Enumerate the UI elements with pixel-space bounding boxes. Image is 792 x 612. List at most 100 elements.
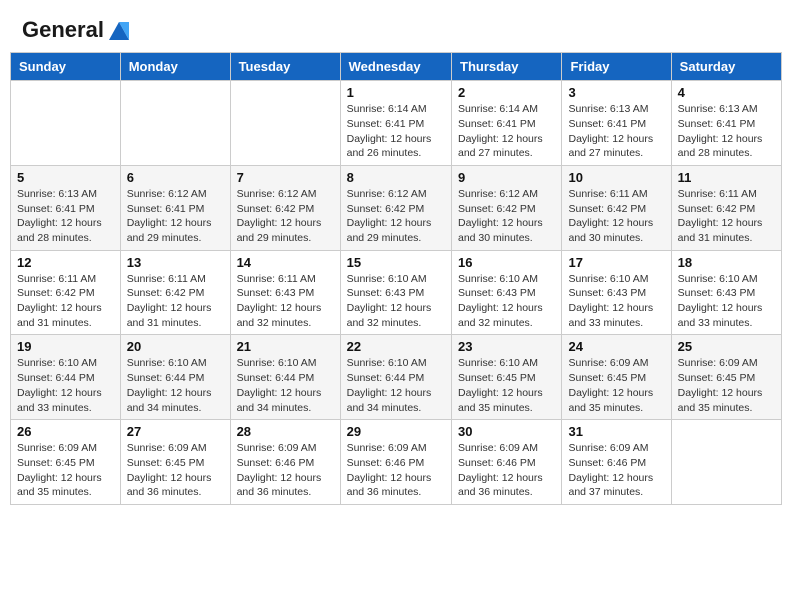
calendar-cell: 4 Sunrise: 6:13 AM Sunset: 6:41 PM Daylig… bbox=[671, 81, 781, 166]
weekday-header-thursday: Thursday bbox=[452, 53, 562, 81]
day-info: Sunrise: 6:10 AM Sunset: 6:43 PM Dayligh… bbox=[458, 272, 555, 331]
day-info: Sunrise: 6:10 AM Sunset: 6:43 PM Dayligh… bbox=[678, 272, 775, 331]
day-number: 12 bbox=[17, 255, 114, 270]
calendar-cell: 25Sunrise: 6:09 AM Sunset: 6:45 PM Dayli… bbox=[671, 335, 781, 420]
day-number: 8 bbox=[347, 170, 445, 185]
day-info: Sunrise: 6:10 AM Sunset: 6:43 PM Dayligh… bbox=[347, 272, 445, 331]
day-number: 13 bbox=[127, 255, 224, 270]
day-number: 23 bbox=[458, 339, 555, 354]
day-info: Sunrise: 6:09 AM Sunset: 6:45 PM Dayligh… bbox=[127, 441, 224, 500]
calendar-cell: 18 Sunrise: 6:10 AM Sunset: 6:43 PM Dayli… bbox=[671, 250, 781, 335]
day-info: Sunrise: 6:12 AM Sunset: 6:42 PM Dayligh… bbox=[237, 187, 334, 246]
day-info: Sunrise: 6:12 AM Sunset: 6:42 PM Dayligh… bbox=[347, 187, 445, 246]
day-info: Sunrise: 6:14 AM Sunset: 6:41 PM Dayligh… bbox=[347, 102, 445, 161]
day-number: 22 bbox=[347, 339, 445, 354]
day-info: Sunrise: 6:09 AM Sunset: 6:46 PM Dayligh… bbox=[347, 441, 445, 500]
day-number: 9 bbox=[458, 170, 555, 185]
day-info: Sunrise: 6:10 AM Sunset: 6:44 PM Dayligh… bbox=[237, 356, 334, 415]
day-info: Sunrise: 6:10 AM Sunset: 6:45 PM Dayligh… bbox=[458, 356, 555, 415]
weekday-header-saturday: Saturday bbox=[671, 53, 781, 81]
logo-text: General bbox=[22, 18, 132, 44]
calendar-cell: 19 Sunrise: 6:10 AM Sunset: 6:44 PM Dayli… bbox=[11, 335, 121, 420]
calendar-cell: 7 Sunrise: 6:12 AM Sunset: 6:42 PM Daylig… bbox=[230, 165, 340, 250]
page-header: General bbox=[10, 10, 782, 48]
day-number: 1 bbox=[347, 85, 445, 100]
weekday-header-sunday: Sunday bbox=[11, 53, 121, 81]
day-number: 7 bbox=[237, 170, 334, 185]
calendar-cell: 12 Sunrise: 6:11 AM Sunset: 6:42 PM Dayli… bbox=[11, 250, 121, 335]
day-info: Sunrise: 6:11 AM Sunset: 6:42 PM Dayligh… bbox=[678, 187, 775, 246]
weekday-header-monday: Monday bbox=[120, 53, 230, 81]
calendar-cell: 31 Sunrise: 6:09 AM Sunset: 6:46 PM Dayli… bbox=[562, 420, 671, 505]
day-info: Sunrise: 6:09 AM Sunset: 6:46 PM Dayligh… bbox=[237, 441, 334, 500]
calendar-cell: 10Sunrise: 6:11 AM Sunset: 6:42 PM Dayli… bbox=[562, 165, 671, 250]
day-number: 16 bbox=[458, 255, 555, 270]
calendar-cell bbox=[230, 81, 340, 166]
weekday-header-tuesday: Tuesday bbox=[230, 53, 340, 81]
day-info: Sunrise: 6:10 AM Sunset: 6:44 PM Dayligh… bbox=[347, 356, 445, 415]
day-number: 10 bbox=[568, 170, 664, 185]
calendar-cell: 11 Sunrise: 6:11 AM Sunset: 6:42 PM Dayli… bbox=[671, 165, 781, 250]
calendar-cell: 21 Sunrise: 6:10 AM Sunset: 6:44 PM Dayli… bbox=[230, 335, 340, 420]
calendar-cell bbox=[671, 420, 781, 505]
day-info: Sunrise: 6:12 AM Sunset: 6:42 PM Dayligh… bbox=[458, 187, 555, 246]
calendar-cell: 23 Sunrise: 6:10 AM Sunset: 6:45 PM Dayli… bbox=[452, 335, 562, 420]
calendar-cell: 16 Sunrise: 6:10 AM Sunset: 6:43 PM Dayli… bbox=[452, 250, 562, 335]
day-info: Sunrise: 6:10 AM Sunset: 6:44 PM Dayligh… bbox=[17, 356, 114, 415]
day-info: Sunrise: 6:13 AM Sunset: 6:41 PM Dayligh… bbox=[17, 187, 114, 246]
day-info: Sunrise: 6:13 AM Sunset: 6:41 PM Dayligh… bbox=[678, 102, 775, 161]
calendar-week-2: 5Sunrise: 6:13 AM Sunset: 6:41 PM Daylig… bbox=[11, 165, 782, 250]
day-number: 17 bbox=[568, 255, 664, 270]
day-info: Sunrise: 6:14 AM Sunset: 6:41 PM Dayligh… bbox=[458, 102, 555, 161]
calendar-cell: 1 Sunrise: 6:14 AM Sunset: 6:41 PM Daylig… bbox=[340, 81, 451, 166]
calendar-cell bbox=[11, 81, 121, 166]
weekday-header-wednesday: Wednesday bbox=[340, 53, 451, 81]
day-number: 6 bbox=[127, 170, 224, 185]
day-info: Sunrise: 6:09 AM Sunset: 6:46 PM Dayligh… bbox=[458, 441, 555, 500]
calendar-body: 1 Sunrise: 6:14 AM Sunset: 6:41 PM Daylig… bbox=[11, 81, 782, 505]
calendar-header-row: SundayMondayTuesdayWednesdayThursdayFrid… bbox=[11, 53, 782, 81]
day-number: 25 bbox=[678, 339, 775, 354]
calendar-table: SundayMondayTuesdayWednesdayThursdayFrid… bbox=[10, 52, 782, 505]
day-info: Sunrise: 6:13 AM Sunset: 6:41 PM Dayligh… bbox=[568, 102, 664, 161]
day-number: 29 bbox=[347, 424, 445, 439]
day-number: 24 bbox=[568, 339, 664, 354]
day-number: 2 bbox=[458, 85, 555, 100]
calendar-week-4: 19 Sunrise: 6:10 AM Sunset: 6:44 PM Dayli… bbox=[11, 335, 782, 420]
day-info: Sunrise: 6:12 AM Sunset: 6:41 PM Dayligh… bbox=[127, 187, 224, 246]
calendar-cell: 2 Sunrise: 6:14 AM Sunset: 6:41 PM Daylig… bbox=[452, 81, 562, 166]
day-number: 14 bbox=[237, 255, 334, 270]
calendar-cell: 15 Sunrise: 6:10 AM Sunset: 6:43 PM Dayli… bbox=[340, 250, 451, 335]
calendar-cell: 22 Sunrise: 6:10 AM Sunset: 6:44 PM Dayli… bbox=[340, 335, 451, 420]
day-number: 15 bbox=[347, 255, 445, 270]
weekday-header-friday: Friday bbox=[562, 53, 671, 81]
day-number: 30 bbox=[458, 424, 555, 439]
calendar-week-3: 12 Sunrise: 6:11 AM Sunset: 6:42 PM Dayli… bbox=[11, 250, 782, 335]
calendar-week-5: 26 Sunrise: 6:09 AM Sunset: 6:45 PM Dayli… bbox=[11, 420, 782, 505]
day-info: Sunrise: 6:10 AM Sunset: 6:43 PM Dayligh… bbox=[568, 272, 664, 331]
calendar-cell: 20Sunrise: 6:10 AM Sunset: 6:44 PM Dayli… bbox=[120, 335, 230, 420]
calendar-cell: 14 Sunrise: 6:11 AM Sunset: 6:43 PM Dayli… bbox=[230, 250, 340, 335]
day-info: Sunrise: 6:09 AM Sunset: 6:45 PM Dayligh… bbox=[568, 356, 664, 415]
day-number: 20 bbox=[127, 339, 224, 354]
day-number: 21 bbox=[237, 339, 334, 354]
day-number: 4 bbox=[678, 85, 775, 100]
logo-icon bbox=[106, 18, 132, 44]
day-number: 18 bbox=[678, 255, 775, 270]
day-info: Sunrise: 6:11 AM Sunset: 6:42 PM Dayligh… bbox=[127, 272, 224, 331]
calendar-cell: 6 Sunrise: 6:12 AM Sunset: 6:41 PM Daylig… bbox=[120, 165, 230, 250]
day-number: 19 bbox=[17, 339, 114, 354]
calendar-week-1: 1 Sunrise: 6:14 AM Sunset: 6:41 PM Daylig… bbox=[11, 81, 782, 166]
calendar-cell: 5Sunrise: 6:13 AM Sunset: 6:41 PM Daylig… bbox=[11, 165, 121, 250]
day-number: 11 bbox=[678, 170, 775, 185]
day-number: 27 bbox=[127, 424, 224, 439]
day-info: Sunrise: 6:11 AM Sunset: 6:42 PM Dayligh… bbox=[17, 272, 114, 331]
calendar-cell: 9 Sunrise: 6:12 AM Sunset: 6:42 PM Daylig… bbox=[452, 165, 562, 250]
day-info: Sunrise: 6:09 AM Sunset: 6:46 PM Dayligh… bbox=[568, 441, 664, 500]
calendar-cell: 13 Sunrise: 6:11 AM Sunset: 6:42 PM Dayli… bbox=[120, 250, 230, 335]
day-number: 31 bbox=[568, 424, 664, 439]
day-number: 26 bbox=[17, 424, 114, 439]
calendar-cell: 29 Sunrise: 6:09 AM Sunset: 6:46 PM Dayli… bbox=[340, 420, 451, 505]
day-info: Sunrise: 6:11 AM Sunset: 6:43 PM Dayligh… bbox=[237, 272, 334, 331]
logo: General bbox=[22, 18, 132, 44]
